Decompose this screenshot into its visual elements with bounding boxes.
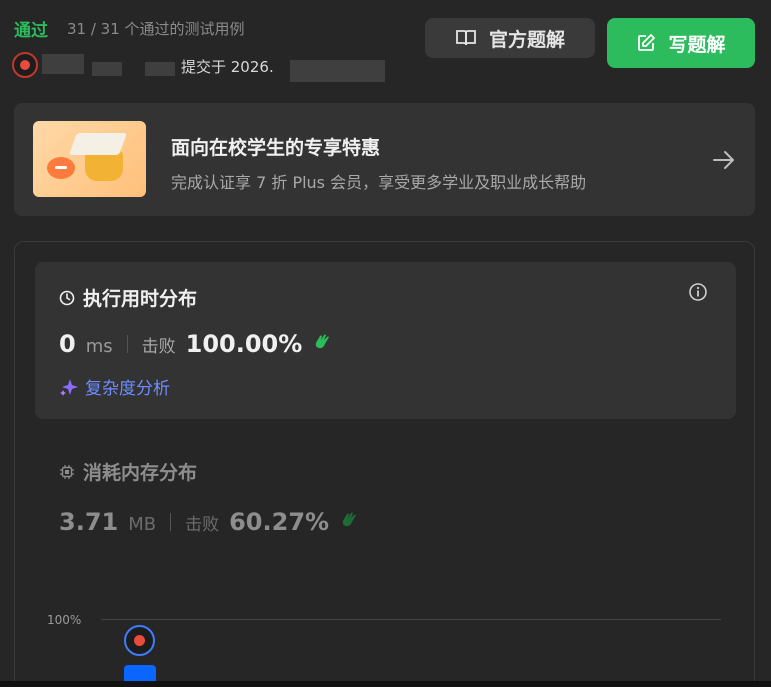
- divider: [170, 513, 172, 531]
- avatar[interactable]: [12, 52, 38, 78]
- runtime-card[interactable]: 执行用时分布 0 ms 击败 100.00% 复杂度分析: [35, 262, 736, 419]
- blurred-timestamp: [290, 60, 385, 82]
- chat-bubble-icon: [47, 157, 75, 179]
- edit-icon: [638, 34, 656, 51]
- sparkle-icon: [60, 378, 78, 396]
- avatar-icon: [20, 60, 30, 70]
- promo-subtitle: 完成认证享 7 折 Plus 会员，享受更多学业及职业成长帮助: [171, 173, 587, 192]
- blurred-username: [145, 62, 175, 76]
- complexity-analysis-link[interactable]: 复杂度分析: [59, 374, 170, 399]
- performance-panel: 执行用时分布 0 ms 击败 100.00% 复杂度分析 消耗内存分布 3.71…: [14, 241, 755, 687]
- memory-beat-label: 击败: [185, 515, 220, 535]
- blurred-username: [92, 62, 122, 76]
- memory-metric: 3.71 MB 击败 60.27%: [59, 508, 359, 536]
- chart-gridline: [101, 619, 721, 620]
- memory-value: 3.71: [59, 508, 119, 536]
- divider: [126, 335, 128, 353]
- submitted-time: 提交于 2026.: [181, 58, 274, 76]
- memory-unit: MB: [128, 514, 157, 535]
- graduation-cap-illustration: [33, 121, 146, 197]
- blurred-username: [42, 54, 84, 74]
- arrow-right-icon[interactable]: [711, 147, 737, 173]
- runtime-metric: 0 ms 击败 100.00%: [59, 330, 332, 358]
- memory-beat-value: 60.27%: [229, 508, 330, 536]
- complexity-analysis-label: 复杂度分析: [85, 379, 170, 399]
- submission-header: 通过 31 / 31 个通过的测试用例 提交于 2026. 官方题解 写题解: [0, 0, 771, 100]
- tests-passed: 31 / 31 个通过的测试用例: [67, 20, 245, 38]
- runtime-title: 执行用时分布: [59, 284, 197, 311]
- bottom-edge: [0, 681, 771, 687]
- chart-y-label: 100%: [47, 613, 82, 627]
- runtime-beat-label: 击败: [141, 337, 176, 357]
- official-solution-label: 官方题解: [488, 28, 565, 51]
- memory-title[interactable]: 消耗内存分布: [59, 458, 197, 485]
- clap-icon: [342, 512, 357, 527]
- clap-icon: [316, 334, 330, 349]
- clock-icon: [59, 290, 75, 305]
- official-solution-button[interactable]: 官方题解: [425, 18, 595, 58]
- memory-title-text: 消耗内存分布: [83, 462, 198, 484]
- runtime-title-text: 执行用时分布: [83, 288, 198, 310]
- info-icon[interactable]: [688, 282, 708, 302]
- chip-icon: [60, 464, 74, 479]
- book-open-icon: [456, 30, 476, 46]
- runtime-value: 0: [59, 330, 76, 358]
- write-solution-button[interactable]: 写题解: [607, 18, 755, 68]
- submission-page: 通过 31 / 31 个通过的测试用例 提交于 2026. 官方题解 写题解 面…: [0, 0, 771, 687]
- user-avatar-marker[interactable]: [124, 625, 155, 656]
- promo-title: 面向在校学生的专享特惠: [171, 137, 381, 159]
- student-promo-banner[interactable]: 面向在校学生的专享特惠 完成认证享 7 折 Plus 会员，享受更多学业及职业成…: [14, 103, 755, 216]
- runtime-unit: ms: [85, 336, 113, 357]
- avatar-icon: [134, 635, 145, 646]
- runtime-beat-value: 100.00%: [185, 330, 303, 358]
- status-accepted: 通过: [14, 21, 48, 41]
- write-solution-label: 写题解: [668, 33, 726, 56]
